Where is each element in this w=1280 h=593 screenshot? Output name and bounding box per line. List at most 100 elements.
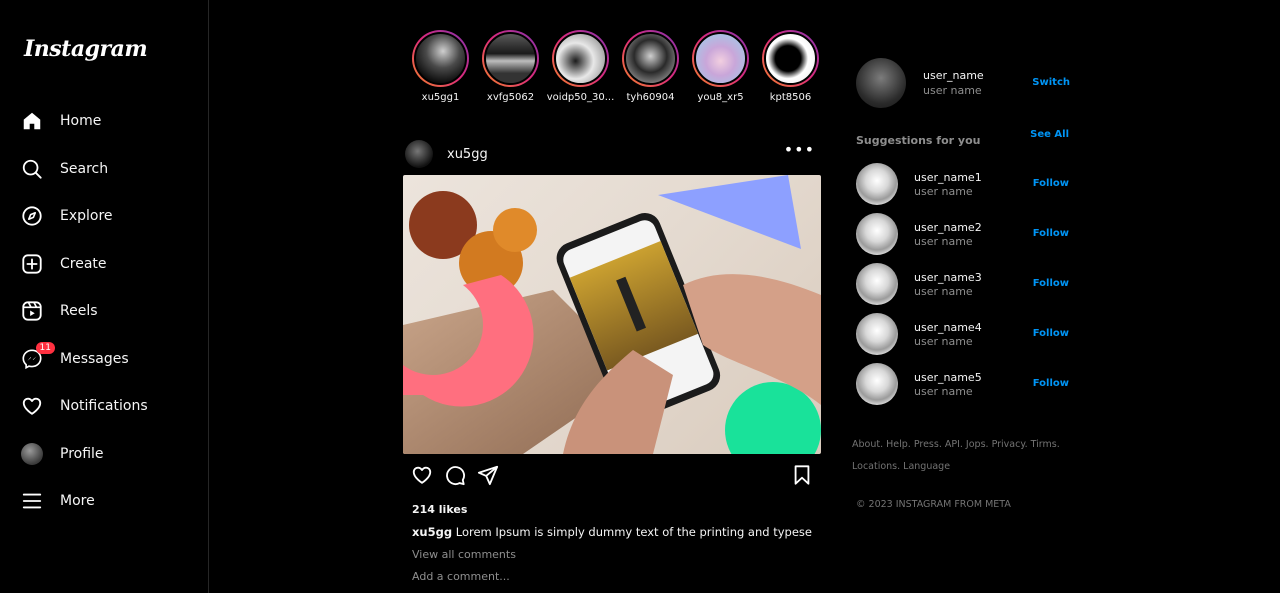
story-item[interactable]: xvfg5062 [482, 30, 539, 103]
avatar[interactable] [856, 163, 898, 205]
sidebar-item-explore[interactable]: Explore [20, 200, 113, 232]
post-username[interactable]: xu5gg [447, 147, 488, 162]
more-options-icon[interactable]: ••• [784, 140, 815, 159]
share-send-icon[interactable] [477, 464, 499, 486]
follow-button[interactable]: Follow [1033, 278, 1069, 289]
heart-icon [20, 394, 44, 418]
post-header: xu5gg ••• [405, 140, 819, 168]
suggestion-item: user_name2 user name Follow [856, 213, 1070, 263]
sidebar: Instagram Home Search Explore Create Ree… [0, 0, 209, 593]
menu-icon [20, 489, 44, 513]
story-item[interactable]: kpt8506 [762, 30, 819, 103]
story-avatar [764, 32, 817, 85]
sidebar-item-label: Search [60, 161, 109, 177]
sidebar-item-reels[interactable]: Reels [20, 295, 98, 327]
suggestions-list: user_name1 user name Follow user_name2 u… [856, 163, 1070, 413]
story-username: kpt8506 [769, 92, 812, 103]
suggestion-username[interactable]: user_name3 [914, 271, 982, 284]
avatar [20, 442, 44, 466]
avatar[interactable] [856, 263, 898, 305]
comment-icon[interactable] [444, 464, 466, 486]
story-avatar [624, 32, 677, 85]
sidebar-item-more[interactable]: More [20, 485, 95, 517]
story-item[interactable]: you8_xr5 [692, 30, 749, 103]
avatar[interactable] [856, 363, 898, 405]
sidebar-item-profile[interactable]: Profile [20, 438, 104, 470]
avatar[interactable] [856, 213, 898, 255]
story-avatar [694, 32, 747, 85]
messenger-icon: 11 [20, 342, 55, 371]
sidebar-item-label: More [60, 493, 95, 509]
story-username: tyh60904 [626, 92, 675, 103]
instagram-logo[interactable]: Instagram [24, 36, 148, 62]
copyright: © 2023 INSTAGRAM FROM META [856, 499, 1011, 510]
story-avatar [414, 32, 467, 85]
suggestion-subtitle: user name [914, 385, 973, 398]
caption-text: Lorem Ipsum is simply dummy text of the … [452, 525, 812, 539]
story-item[interactable]: voidp50_30... [547, 30, 614, 103]
suggestion-subtitle: user name [914, 335, 973, 348]
suggestions-title: Suggestions for you [856, 134, 981, 147]
like-heart-icon[interactable] [411, 464, 433, 486]
follow-button[interactable]: Follow [1033, 328, 1069, 339]
see-all-button[interactable]: See All [1030, 129, 1069, 140]
search-icon [20, 157, 44, 181]
plus-square-icon [20, 252, 44, 276]
home-icon [20, 109, 44, 133]
sidebar-item-create[interactable]: Create [20, 248, 107, 280]
story-avatar [554, 32, 607, 85]
suggestions-header: Suggestions for you See All [856, 129, 1070, 148]
sidebar-item-label: Messages [60, 351, 129, 367]
story-username: xvfg5062 [486, 92, 535, 103]
footer-links-line-1[interactable]: About. Help. Press. API. Jops. Privacy. … [852, 434, 1072, 456]
bookmark-icon[interactable] [791, 464, 813, 486]
footer-links-line-2[interactable]: Locations. Language [852, 456, 1072, 478]
caption-username[interactable]: xu5gg [412, 525, 452, 539]
sidebar-item-messages[interactable]: 11 Messages [20, 342, 129, 375]
suggestion-item: user_name1 user name Follow [856, 163, 1070, 213]
sidebar-item-label: Home [60, 113, 102, 129]
follow-button[interactable]: Follow [1033, 378, 1069, 389]
avatar[interactable] [856, 58, 906, 108]
suggestion-subtitle: user name [914, 235, 973, 248]
story-username: xu5gg1 [421, 92, 460, 103]
post-actions [411, 464, 813, 486]
sidebar-item-label: Create [60, 256, 107, 272]
unread-badge: 11 [35, 342, 55, 354]
view-all-comments-link[interactable]: View all comments [412, 548, 516, 561]
compass-icon [20, 204, 44, 228]
current-user-fullname: user name [923, 84, 982, 97]
follow-button[interactable]: Follow [1033, 228, 1069, 239]
stories-bar: xu5gg1 xvfg5062 voidp50_30... tyh60904 y… [412, 30, 819, 103]
footer-links: About. Help. Press. API. Jops. Privacy. … [852, 434, 1072, 478]
sidebar-item-search[interactable]: Search [20, 153, 108, 185]
avatar[interactable] [856, 313, 898, 355]
switch-account-button[interactable]: Switch [1032, 77, 1070, 88]
story-item[interactable]: tyh60904 [622, 30, 679, 103]
sidebar-item-label: Explore [60, 208, 113, 224]
current-username[interactable]: user_name [923, 69, 984, 82]
story-item[interactable]: xu5gg1 [412, 30, 469, 103]
sidebar-item-home[interactable]: Home [20, 105, 101, 137]
suggestion-username[interactable]: user_name5 [914, 371, 982, 384]
post-caption: xu5gg Lorem Ipsum is simply dummy text o… [412, 525, 812, 539]
sidebar-item-label: Notifications [60, 398, 148, 414]
post-image[interactable] [403, 175, 821, 454]
story-username: voidp50_30... [546, 92, 615, 103]
follow-button[interactable]: Follow [1033, 178, 1069, 189]
suggestion-username[interactable]: user_name4 [914, 321, 982, 334]
suggestion-item: user_name4 user name Follow [856, 313, 1070, 363]
sidebar-item-notifications[interactable]: Notifications [20, 390, 148, 422]
suggestion-item: user_name3 user name Follow [856, 263, 1070, 313]
suggestion-username[interactable]: user_name1 [914, 171, 982, 184]
suggestion-username[interactable]: user_name2 [914, 221, 982, 234]
sidebar-item-label: Reels [60, 303, 98, 319]
add-comment-input[interactable] [412, 570, 712, 583]
story-avatar [484, 32, 537, 85]
sidebar-item-label: Profile [60, 446, 104, 462]
post-avatar[interactable] [405, 140, 433, 168]
suggestion-item: user_name5 user name Follow [856, 363, 1070, 413]
story-username: you8_xr5 [697, 92, 744, 103]
like-count[interactable]: 214 likes [412, 503, 467, 516]
current-user: user_name user name Switch [856, 58, 1070, 108]
